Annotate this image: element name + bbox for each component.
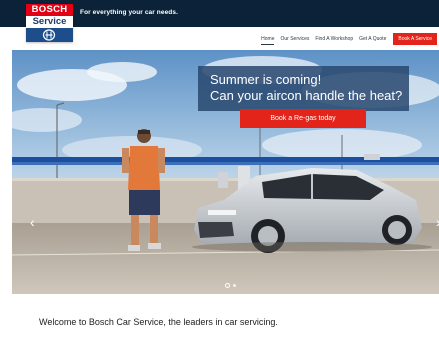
- nav-our-services[interactable]: Our Services: [280, 34, 309, 44]
- bosch-service-logo[interactable]: BOSCH Service: [26, 4, 73, 42]
- logo-bosch-text: BOSCH: [26, 4, 73, 16]
- tagline: For everything your car needs.: [80, 9, 179, 16]
- nav-find-a-workshop[interactable]: Find A Workshop: [315, 34, 353, 44]
- carousel-dot-1[interactable]: [225, 283, 230, 288]
- logo-service-text: Service: [32, 16, 67, 27]
- nav-home[interactable]: Home: [261, 34, 275, 45]
- promo-banner: Summer is coming! Can your aircon handle…: [198, 66, 409, 111]
- welcome-heading: Welcome to Bosch Car Service, the leader…: [39, 317, 278, 327]
- book-a-service-button[interactable]: Book A Service: [393, 33, 437, 45]
- nav-get-a-quote[interactable]: Get A Quote: [359, 34, 386, 44]
- bosch-armature-icon: [26, 28, 73, 42]
- book-regas-button[interactable]: Book a Re-gas today: [240, 109, 366, 128]
- main-nav: Home Our Services Find A Workshop Get A …: [255, 32, 439, 46]
- promo-headline: Summer is coming!: [210, 72, 322, 87]
- carousel-prev-arrow-icon[interactable]: ‹: [30, 215, 35, 229]
- promo-subheadline: Can your aircon handle the heat?: [210, 88, 403, 103]
- carousel-dot-2[interactable]: [233, 284, 236, 287]
